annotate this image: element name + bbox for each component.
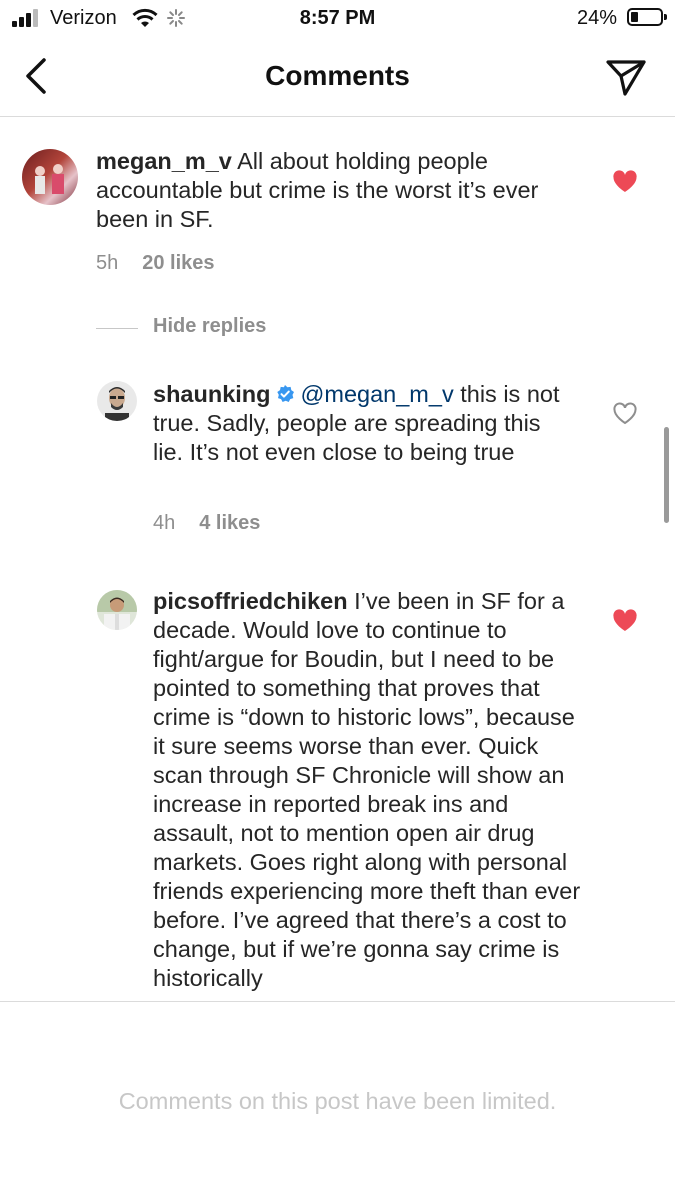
comments-limited-footer: Comments on this post have been limited. <box>0 1001 675 1201</box>
comment-timestamp: 5h <box>96 252 119 274</box>
verified-badge-icon <box>276 385 294 402</box>
reply-username[interactable]: picsoffriedchiken <box>153 588 348 614</box>
clock: 8:57 PM <box>299 7 376 29</box>
avatar[interactable] <box>97 381 137 421</box>
heart-outline-icon[interactable] <box>612 402 638 426</box>
hide-replies-label: Hide replies <box>153 315 267 337</box>
comment-body: megan_m_v All about holding people accou… <box>96 147 586 234</box>
reply-item: shaunking @megan_m_v this is not true. S… <box>0 367 675 547</box>
battery-percentage: 24% <box>576 7 617 29</box>
comments-limited-notice: Comments on this post have been limited. <box>118 1088 557 1114</box>
paper-plane-icon[interactable] <box>605 56 647 98</box>
reply-username[interactable]: shaunking <box>153 381 271 407</box>
divider-line <box>96 328 138 329</box>
heart-filled-icon[interactable] <box>612 609 638 633</box>
avatar[interactable] <box>22 149 78 205</box>
comments-list[interactable]: megan_m_v All about holding people accou… <box>0 117 675 1001</box>
reply-timestamp: 4h <box>153 512 176 534</box>
scrollbar[interactable] <box>664 427 669 523</box>
reply-text: I’ve been in SF for a decade. Would love… <box>153 588 581 991</box>
battery-icon <box>627 8 667 26</box>
comment-username[interactable]: megan_m_v <box>96 148 232 174</box>
comment-meta: 5h 20 likes <box>96 252 215 275</box>
navigation-header: Comments <box>0 38 675 117</box>
reply-meta: 4h 4 likes <box>153 512 260 535</box>
reply-likes-count[interactable]: 4 likes <box>199 512 260 534</box>
reply-item: picsoffriedchiken I’ve been in SF for a … <box>0 587 675 1001</box>
comment-likes-count[interactable]: 20 likes <box>142 252 214 274</box>
comment-item: megan_m_v All about holding people accou… <box>0 117 675 297</box>
reply-mention[interactable]: @megan_m_v <box>301 381 454 407</box>
status-bar: Verizon 8:57 PM 24% <box>0 0 675 38</box>
reply-body: picsoffriedchiken I’ve been in SF for a … <box>153 587 583 993</box>
heart-filled-icon[interactable] <box>612 170 638 194</box>
reply-body: shaunking @megan_m_v this is not true. S… <box>153 380 573 467</box>
page-title: Comments <box>265 60 410 91</box>
avatar[interactable] <box>97 590 137 630</box>
